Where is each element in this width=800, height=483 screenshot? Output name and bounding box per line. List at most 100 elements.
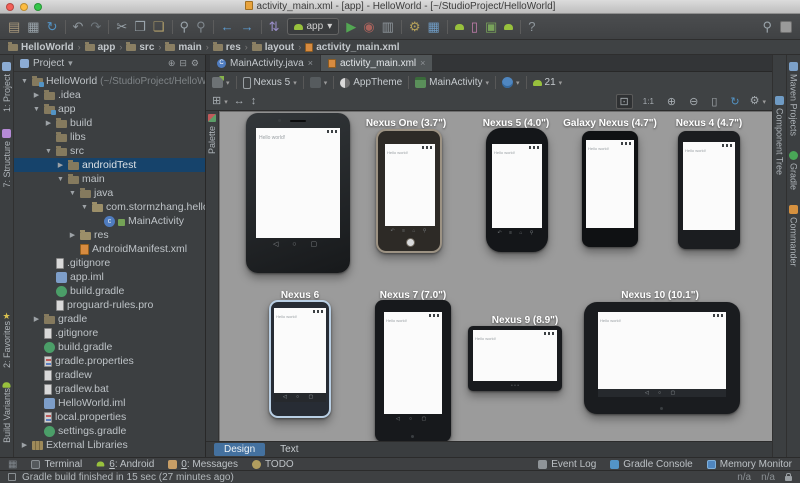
device-frame-button[interactable]: ▯: [708, 95, 720, 108]
locate-icon[interactable]: ⊕: [168, 58, 176, 69]
tree-item--gitignore[interactable]: .gitignore: [14, 326, 205, 340]
sidebar-tab-maven-projects[interactable]: Maven Projects: [789, 59, 799, 136]
zoom-fit-button[interactable]: ⊡: [616, 94, 633, 109]
editor-tab-activity_main-xml[interactable]: activity_main.xml×: [321, 55, 432, 71]
tree-item-external-libraries[interactable]: ▶External Libraries: [14, 438, 205, 452]
device-preview-nexus-9-8-9-[interactable]: Hello world!• • •: [468, 326, 562, 391]
device-selector[interactable]: Nexus 5▾: [243, 77, 297, 89]
configuration-variants-button[interactable]: ⊞▾: [212, 96, 228, 107]
activity-selector[interactable]: MainActivity▾: [415, 77, 489, 88]
sidebar-tab-build-variants[interactable]: Build Variants: [2, 382, 12, 443]
tree-arrow-icon[interactable]: ▼: [20, 78, 29, 85]
sdk-manager-icon[interactable]: [455, 24, 464, 30]
help-icon[interactable]: ?: [528, 20, 535, 33]
device-preview-galaxy-nexus-4-7-[interactable]: Hello world!: [582, 131, 638, 247]
chevron-down-icon[interactable]: ▾: [68, 58, 73, 69]
device-preview-nexus-5-4-0-[interactable]: Hello world!↶ ≡ ⌂ ⚲: [486, 128, 548, 252]
tree-arrow-icon[interactable]: ▼: [80, 204, 89, 211]
device-preview-nexus-7-7-0-[interactable]: Hello world!◁ ○ ▢: [375, 300, 451, 441]
sidebar-tab-component-tree[interactable]: Component Tree: [775, 93, 785, 175]
tree-item-gradlew-bat[interactable]: gradlew.bat: [14, 382, 205, 396]
sidebar-tab-7-structure[interactable]: 7: Structure: [2, 126, 12, 188]
tree-item-gradle[interactable]: ▶gradle: [14, 312, 205, 326]
tree-item-androidmanifest-xml[interactable]: AndroidManifest.xml: [14, 242, 205, 256]
fit-height-button[interactable]: ↕: [251, 96, 257, 107]
forward-icon[interactable]: →: [241, 20, 254, 33]
palette-tab[interactable]: Palette: [206, 111, 219, 441]
tree-item-main[interactable]: ▼main: [14, 172, 205, 186]
android-button[interactable]: 6: Android: [96, 459, 154, 470]
tree-arrow-icon[interactable]: ▶: [44, 119, 53, 127]
zoom-in-button[interactable]: ⊕: [664, 95, 679, 108]
tree-item-build-gradle[interactable]: build.gradle: [14, 284, 205, 298]
project-panel-title[interactable]: Project: [33, 58, 64, 69]
gradle-console-button[interactable]: Gradle Console: [610, 459, 692, 470]
breadcrumb-item-layout[interactable]: layout: [252, 42, 294, 53]
tree-item-helloworld-iml[interactable]: HelloWorld.iml: [14, 396, 205, 410]
tab-text[interactable]: Text: [270, 443, 308, 456]
open-icon[interactable]: ▤: [8, 20, 20, 33]
api-version-selector[interactable]: 21▾: [533, 77, 563, 88]
tree-item--idea[interactable]: ▶.idea: [14, 88, 205, 102]
tree-item-res[interactable]: ▶res: [14, 228, 205, 242]
tree-item-app-iml[interactable]: app.iml: [14, 270, 205, 284]
collapse-all-icon[interactable]: ⊟: [179, 58, 187, 69]
breadcrumb-item-src[interactable]: src: [126, 42, 154, 53]
sidebar-tab-gradle[interactable]: Gradle: [789, 148, 799, 190]
tree-arrow-icon[interactable]: ▼: [68, 190, 77, 197]
device-preview-nexus-4-4-7-[interactable]: Hello world!: [678, 131, 740, 249]
tree-item-src[interactable]: ▼src: [14, 144, 205, 158]
tree-item-androidtest[interactable]: ▶androidTest: [14, 158, 205, 172]
compare-icon[interactable]: ⇅: [269, 20, 280, 33]
tree-arrow-icon[interactable]: ▼: [56, 176, 65, 183]
device-monitor-icon[interactable]: ▯: [471, 20, 478, 33]
run-icon[interactable]: ▶: [346, 20, 356, 33]
locale-selector[interactable]: ▾: [502, 77, 520, 88]
paste-icon[interactable]: ❏: [153, 20, 165, 33]
tree-item-local-properties[interactable]: local.properties: [14, 410, 205, 424]
coverage-icon[interactable]: ▥: [382, 20, 394, 33]
run-configuration-selector[interactable]: app▾: [287, 18, 340, 35]
gear-icon[interactable]: ⚙: [191, 58, 199, 69]
messages-button[interactable]: 0: Messages: [168, 459, 238, 470]
theme-selector[interactable]: AppTheme: [340, 77, 402, 88]
tree-arrow-icon[interactable]: ▼: [44, 148, 53, 155]
tree-arrow-icon[interactable]: ▶: [32, 91, 41, 99]
tree-arrow-icon[interactable]: ▶: [56, 161, 65, 169]
fit-width-button[interactable]: ↔: [234, 96, 245, 107]
tree-item-libs[interactable]: libs: [14, 130, 205, 144]
tool-window-switcher-icon[interactable]: ▦: [8, 459, 17, 470]
close-tab-icon[interactable]: ×: [420, 58, 425, 68]
cut-icon[interactable]: ✂: [116, 20, 127, 33]
tree-item-build[interactable]: ▶build: [14, 116, 205, 130]
todo-button[interactable]: TODO: [252, 459, 294, 470]
save-icon[interactable]: ▦: [27, 20, 39, 33]
settings-icon[interactable]: ⚙: [409, 20, 421, 33]
breadcrumb-item-main[interactable]: main: [165, 42, 201, 53]
tab-design[interactable]: Design: [214, 443, 265, 456]
android-sdk-icon[interactable]: [504, 24, 513, 30]
tree-item-mainactivity[interactable]: cMainActivity: [14, 214, 205, 228]
tree-item-java[interactable]: ▼java: [14, 186, 205, 200]
target-selector[interactable]: ▾: [310, 77, 328, 88]
device-preview-nexus-6[interactable]: Hello world!◁ ○ ▢: [269, 300, 331, 418]
tree-item--gitignore[interactable]: .gitignore: [14, 256, 205, 270]
device-preview-current[interactable]: Hello world!◁ ○ ▢: [246, 113, 350, 273]
find-icon[interactable]: ⚲: [180, 20, 190, 33]
back-icon[interactable]: ←: [221, 20, 234, 33]
tree-item-gradlew[interactable]: gradlew: [14, 368, 205, 382]
tree-item-helloworld[interactable]: ▼HelloWorld (~/StudioProject/HelloWorld): [14, 74, 205, 88]
sidebar-tab-2-favorites[interactable]: ★2: Favorites: [2, 312, 12, 368]
tree-item-settings-gradle[interactable]: settings.gradle: [14, 424, 205, 438]
sync-icon[interactable]: ↻: [47, 20, 58, 33]
orientation-button[interactable]: ▾: [212, 77, 230, 88]
sidebar-tab-commander[interactable]: Commander: [789, 202, 799, 267]
lock-icon[interactable]: [785, 476, 792, 481]
close-tab-icon[interactable]: ×: [308, 58, 313, 68]
copy-icon[interactable]: ❐: [134, 20, 146, 33]
breadcrumb-item-helloworld[interactable]: HelloWorld: [8, 42, 74, 53]
device-preview-nexus-one-3-7-[interactable]: Hello world!↶ ≡ ⌂ ⚲: [376, 129, 442, 253]
terminal-button[interactable]: Terminal: [31, 459, 82, 470]
redo-icon[interactable]: ↷: [90, 20, 101, 33]
breadcrumb-item-res[interactable]: res: [213, 42, 241, 53]
